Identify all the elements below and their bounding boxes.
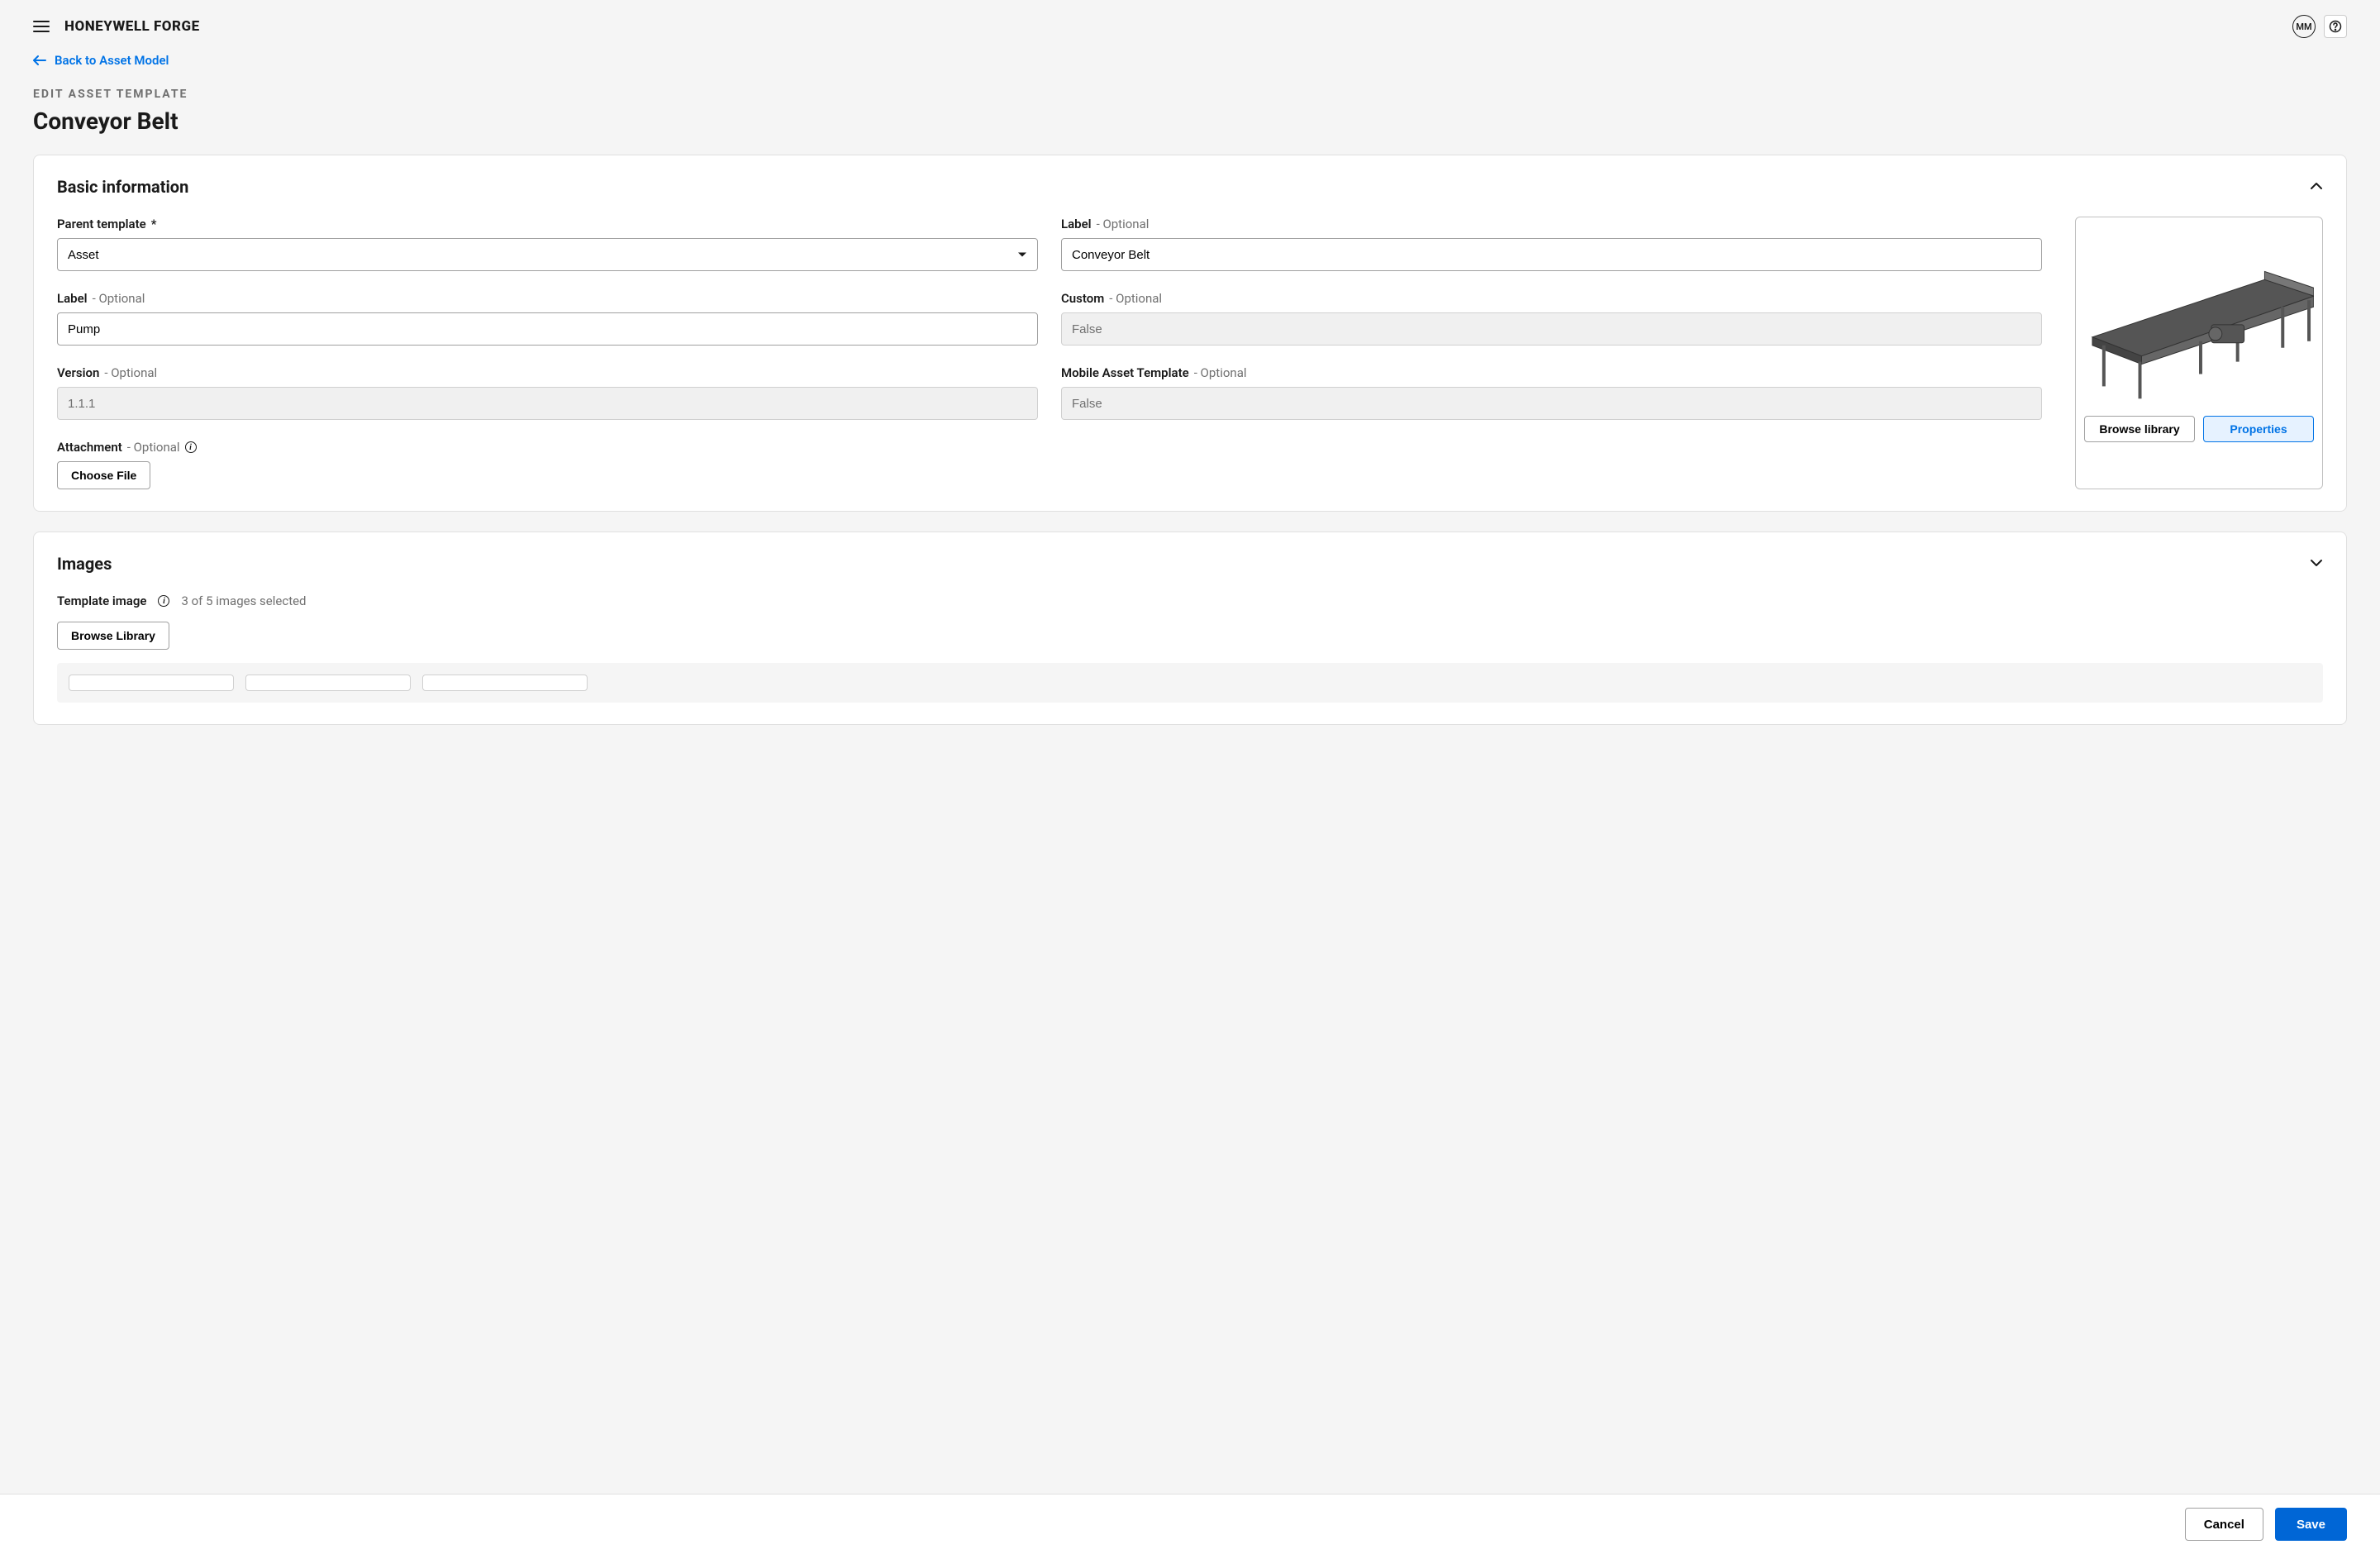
help-button[interactable] [2324, 15, 2347, 38]
info-icon[interactable]: i [158, 595, 169, 607]
preview-panel: Browse library Properties [2075, 217, 2323, 489]
save-button[interactable]: Save [2275, 1508, 2347, 1541]
images-title: Images [57, 554, 112, 574]
header-right: MM [2292, 15, 2347, 38]
form-grid: Parent template * Asset Label - Optional [57, 217, 2042, 489]
cancel-button[interactable]: Cancel [2185, 1508, 2263, 1541]
info-icon[interactable]: i [185, 441, 197, 453]
images-count: 3 of 5 images selected [181, 593, 306, 608]
image-thumbnails [57, 663, 2323, 703]
app-header: HONEYWELL FORGE MM [0, 0, 2380, 53]
images-header: Images [57, 554, 2323, 574]
attachment-field: Attachment - Optional i Choose File [57, 440, 2042, 489]
basic-info-card: Basic information Parent template * [33, 155, 2347, 512]
page-content: Back to Asset Model EDIT ASSET TEMPLATE … [0, 53, 2380, 836]
back-link-text: Back to Asset Model [55, 53, 169, 68]
version-field: Version - Optional [57, 365, 1038, 420]
app-logo: HONEYWELL FORGE [64, 18, 200, 35]
page-title: Conveyor Belt [33, 107, 2347, 135]
image-thumb[interactable] [422, 675, 588, 691]
images-card: Images Template image i 3 of 5 images se… [33, 532, 2347, 725]
parent-template-select[interactable]: Asset [57, 238, 1038, 271]
basic-info-title: Basic information [57, 177, 188, 197]
preview-actions: Browse library Properties [2084, 416, 2314, 442]
properties-button[interactable]: Properties [2203, 416, 2314, 442]
conveyor-belt-icon [2084, 234, 2314, 399]
template-image-header: Template image i 3 of 5 images selected [57, 593, 2323, 608]
collapse-toggle[interactable] [2310, 180, 2323, 193]
footer-bar: Cancel Save [0, 1494, 2380, 1554]
label-bottom-input[interactable] [57, 312, 1038, 346]
custom-field: Custom - Optional [1061, 291, 2042, 346]
browse-library-images-button[interactable]: Browse Library [57, 622, 169, 650]
template-image-label: Template image [57, 593, 146, 608]
attachment-label: Attachment - Optional i [57, 440, 2042, 455]
header-left: HONEYWELL FORGE [33, 18, 200, 35]
form-area: Parent template * Asset Label - Optional [57, 217, 2323, 489]
page-eyebrow: EDIT ASSET TEMPLATE [33, 88, 2347, 101]
image-thumb[interactable] [69, 675, 234, 691]
arrow-left-icon [33, 55, 46, 66]
image-thumb[interactable] [245, 675, 411, 691]
back-link[interactable]: Back to Asset Model [33, 53, 2347, 68]
custom-input [1061, 312, 2042, 346]
mobile-input [1061, 387, 2042, 420]
basic-info-header: Basic information [57, 177, 2323, 197]
chevron-down-icon [2310, 559, 2323, 567]
label-top-field: Label - Optional [1061, 217, 2042, 271]
label-top-input[interactable] [1061, 238, 2042, 271]
parent-template-field: Parent template * Asset [57, 217, 1038, 271]
preview-image [2084, 226, 2314, 408]
version-input [57, 387, 1038, 420]
choose-file-button[interactable]: Choose File [57, 461, 150, 489]
label-top-label: Label - Optional [1061, 217, 2042, 231]
version-label: Version - Optional [57, 365, 1038, 380]
label-bottom-field: Label - Optional [57, 291, 1038, 346]
custom-label: Custom - Optional [1061, 291, 2042, 306]
browse-library-button[interactable]: Browse library [2084, 416, 2195, 442]
parent-template-label: Parent template * [57, 217, 1038, 231]
user-avatar[interactable]: MM [2292, 15, 2316, 38]
help-icon [2329, 20, 2342, 33]
mobile-field: Mobile Asset Template - Optional [1061, 365, 2042, 420]
images-collapse-toggle[interactable] [2310, 557, 2323, 570]
label-bottom-label: Label - Optional [57, 291, 1038, 306]
chevron-up-icon [2310, 182, 2323, 190]
menu-icon[interactable] [33, 21, 50, 32]
mobile-label: Mobile Asset Template - Optional [1061, 365, 2042, 380]
